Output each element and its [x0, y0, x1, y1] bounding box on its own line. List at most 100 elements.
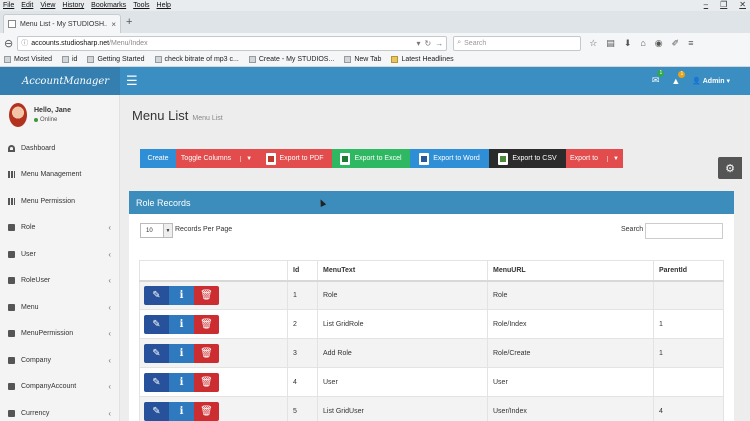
search-input[interactable]	[645, 223, 723, 239]
create-button[interactable]: Create	[140, 149, 176, 168]
bookmark-check-bitrate[interactable]: check bitrate of mp3 c...	[154, 56, 239, 63]
sidebar-item-menu[interactable]: Menu ‹	[0, 297, 120, 317]
edit-icon[interactable]: ✎	[144, 314, 169, 334]
trash-icon[interactable]: 🗑	[194, 285, 219, 305]
bookmark-create-studios[interactable]: Create - My STUDIOS...	[248, 56, 334, 63]
edit-icon[interactable]: ✎	[144, 401, 169, 421]
tab-close-icon[interactable]: ×	[111, 20, 116, 29]
download-icon[interactable]: ⬇	[624, 38, 632, 49]
trash-icon[interactable]: 🗑	[194, 372, 219, 392]
cell-parent-id: 1	[653, 338, 724, 368]
sidebar-item-role[interactable]: Role ‹	[0, 218, 120, 238]
bookmark-getting-started[interactable]: Getting Started	[87, 56, 145, 63]
bookmark-latest-headlines[interactable]: Latest Headlines	[391, 56, 454, 63]
cell-menu-url: User	[487, 367, 654, 397]
home-icon[interactable]: ⌂	[640, 38, 645, 49]
edit-icon[interactable]: ✎	[144, 343, 169, 363]
export-pdf-button[interactable]: Export to PDF	[257, 149, 332, 168]
menu-bookmarks[interactable]: Bookmarks	[91, 2, 126, 9]
sidebar-item-roleuser[interactable]: RoleUser ‹	[0, 271, 120, 291]
export-to-button[interactable]: Export to ▼	[566, 149, 623, 168]
menu-tools[interactable]: Tools	[133, 2, 149, 9]
column-header-parentid[interactable]: ParentId	[653, 260, 724, 282]
browser-tab[interactable]: Menu List - My STUDIOSH... ×	[3, 14, 121, 33]
back-arrow-icon[interactable]: ⊖	[4, 37, 13, 50]
sidebar-item-menupermission[interactable]: MenuPermission ‹	[0, 324, 120, 344]
rss-folder-icon	[391, 56, 399, 63]
url-bar[interactable]: ⓘ accounts.studiosharp.net/Menu/Index ▾ …	[17, 35, 448, 51]
bookmark-star-icon[interactable]: ☆	[589, 38, 597, 49]
column-header-id[interactable]: Id	[287, 260, 318, 282]
menu-view[interactable]: View	[40, 2, 55, 9]
user-menu[interactable]: 👤 Admin ▾	[692, 77, 730, 85]
browser-search-field[interactable]: ⌕ Search	[453, 35, 582, 51]
gear-icon[interactable]: ⚙	[718, 157, 742, 179]
info-icon[interactable]: i	[169, 285, 194, 305]
table-row: ✎ i 🗑 1 Role Role	[139, 280, 724, 310]
csv-file-icon	[498, 152, 509, 165]
edit-icon[interactable]: ✎	[144, 372, 169, 392]
sidebar-item-menu-management[interactable]: Menu Management	[0, 165, 120, 185]
export-toolbar: Create Toggle Columns ▼ Export to PDF Exp…	[140, 149, 623, 168]
close-window-button[interactable]: ✕	[739, 0, 746, 9]
extension-icon[interactable]: ✐	[672, 38, 680, 49]
browser-toolbar-icons: ☆ ▤ ⬇ ⌂ ◉ ✐ ≡	[589, 38, 693, 49]
mail-icon[interactable]: ✉ 1	[652, 70, 665, 86]
trash-icon[interactable]: 🗑	[194, 343, 219, 363]
export-word-button[interactable]: Export to Word	[410, 149, 489, 168]
info-icon[interactable]: i	[169, 372, 194, 392]
menu-edit[interactable]: Edit	[21, 2, 33, 9]
alert-badge: 1	[678, 70, 686, 78]
info-icon[interactable]: i	[169, 401, 194, 421]
edit-icon[interactable]: ✎	[144, 285, 169, 305]
menu-file[interactable]: File	[3, 2, 14, 9]
minimize-button[interactable]: –	[704, 0, 708, 9]
table-row: ✎ i 🗑 2 List GridRole Role/Index 1	[139, 309, 724, 339]
window-controls: – ❐ ✕	[704, 0, 746, 9]
sidebar-item-currency[interactable]: Currency ‹	[0, 403, 120, 421]
maximize-button[interactable]: ❐	[720, 0, 727, 9]
reload-icon[interactable]: ↻	[425, 39, 432, 48]
records-per-page-label: Records Per Page	[175, 226, 233, 233]
sidebar-item-company[interactable]: Company ‹	[0, 350, 120, 370]
cell-menu-text: List GridUser	[317, 396, 488, 421]
column-header-menuurl[interactable]: MenuURL	[487, 260, 654, 282]
sidebar-item-user[interactable]: User ‹	[0, 244, 120, 264]
dashboard-icon	[8, 144, 15, 152]
export-csv-button[interactable]: Export to CSV	[489, 149, 566, 168]
sidebar-item-companyaccount[interactable]: CompanyAccount ‹	[0, 377, 120, 397]
alert-icon[interactable]: ▲ 1	[671, 70, 686, 86]
info-icon[interactable]: i	[169, 343, 194, 363]
folder-icon	[8, 383, 15, 390]
sidebar-item-dashboard[interactable]: Dashboard	[0, 138, 120, 158]
toggle-columns-button[interactable]: Toggle Columns ▼	[176, 149, 257, 168]
trash-icon[interactable]: 🗑	[194, 401, 219, 421]
user-status: Online	[34, 117, 71, 123]
info-icon[interactable]: i	[169, 314, 194, 334]
grid-icon	[8, 197, 15, 205]
menu-help[interactable]: Help	[157, 2, 171, 9]
export-excel-button[interactable]: Export to Excel	[332, 149, 410, 168]
hamburger-menu-icon[interactable]: ≡	[688, 38, 693, 49]
cell-id: 3	[287, 338, 318, 368]
menu-history[interactable]: History	[62, 2, 84, 9]
header-right: ✉ 1 ▲ 1 👤 Admin ▾	[652, 70, 730, 86]
trash-icon[interactable]: 🗑	[194, 314, 219, 334]
forward-arrow-icon[interactable]: →	[435, 39, 443, 48]
pdf-file-icon	[265, 152, 276, 165]
bookmark-id[interactable]: id	[62, 56, 77, 63]
new-tab-button[interactable]: +	[126, 16, 132, 28]
cell-menu-url: User/Index	[487, 396, 654, 421]
dropdown-arrow-icon[interactable]: ▾	[417, 39, 421, 48]
bookmark-new-tab[interactable]: New Tab	[344, 56, 381, 63]
bookmark-page-icon	[154, 56, 162, 63]
sidebar-item-menu-permission[interactable]: Menu Permission	[0, 191, 120, 211]
chevron-left-icon: ‹	[108, 223, 111, 232]
sync-icon[interactable]: ◉	[655, 38, 663, 49]
column-header-menutext[interactable]: MenuText	[317, 260, 488, 282]
reading-list-icon[interactable]: ▤	[606, 38, 615, 49]
sidebar-toggle-icon[interactable]: ☰	[126, 74, 138, 87]
app-logo[interactable]: AccountManager	[0, 67, 120, 95]
bookmark-most-visited[interactable]: Most Visited	[4, 56, 52, 63]
page-length-select[interactable]: 10 ▼	[140, 223, 173, 238]
